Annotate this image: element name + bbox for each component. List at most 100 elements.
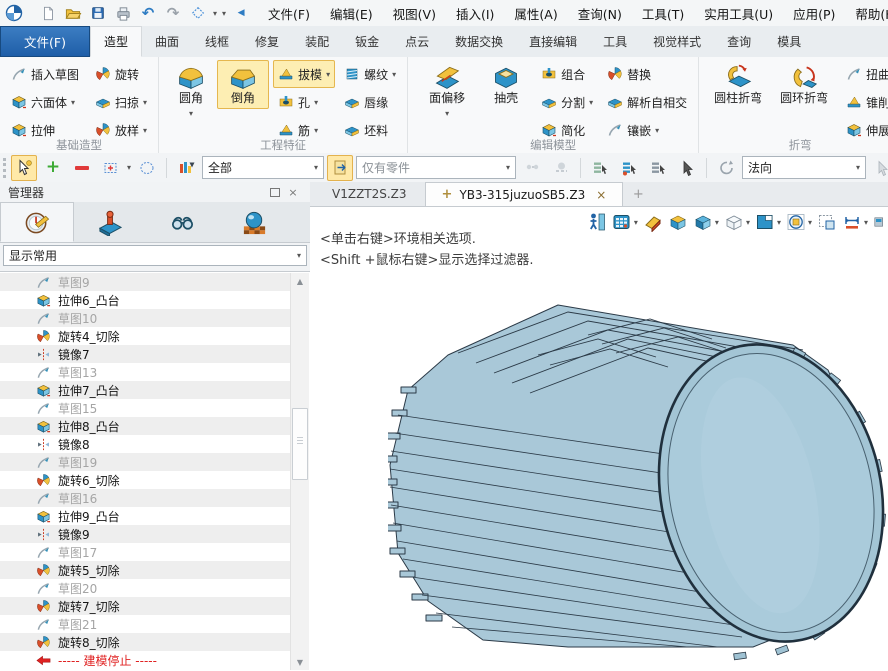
wireframe-cube-icon[interactable]: ▾ bbox=[723, 210, 751, 234]
tree-item[interactable]: 拉伸8_凸台 bbox=[0, 417, 290, 435]
list-pick-add-icon[interactable] bbox=[616, 155, 642, 181]
pick-cursor-icon[interactable] bbox=[11, 155, 37, 181]
chevron-down-icon[interactable]: ▾ bbox=[808, 218, 812, 227]
replace-button[interactable]: 替换 bbox=[602, 60, 692, 88]
tree-item[interactable]: 拉伸7_凸台 bbox=[0, 381, 290, 399]
thread-button[interactable]: 螺纹▾ bbox=[339, 60, 401, 88]
chevron-down-icon[interactable]: ▾ bbox=[864, 218, 868, 227]
filter-icon[interactable] bbox=[173, 155, 199, 181]
render-manager-tab[interactable] bbox=[218, 202, 290, 242]
chevron-down-icon[interactable]: ▾ bbox=[715, 218, 719, 227]
ribbon-tab[interactable]: 修复 bbox=[242, 26, 292, 57]
scroll-up-icon[interactable]: ▲ bbox=[291, 273, 309, 289]
dropdown-arrow-icon[interactable]: ▾ bbox=[445, 106, 449, 121]
visibility-manager-tab[interactable] bbox=[146, 202, 218, 242]
ribbon-tab[interactable]: 曲面 bbox=[142, 26, 192, 57]
clipped-icon[interactable] bbox=[872, 210, 886, 234]
shaded-cube-icon[interactable]: ▾ bbox=[692, 210, 720, 234]
graphics-canvas[interactable]: ▾ ▾ ▾ ▾ bbox=[310, 207, 888, 671]
exit-walk-icon[interactable] bbox=[586, 210, 608, 234]
menu-item[interactable]: 插入(I) bbox=[456, 4, 494, 23]
chamfer-button[interactable]: 倒角 bbox=[217, 60, 269, 109]
ribbon-tab[interactable]: 点云 bbox=[392, 26, 442, 57]
tree-item[interactable]: 草图17 bbox=[0, 543, 290, 561]
menu-item[interactable]: 应用(P) bbox=[793, 4, 835, 23]
tree-item[interactable]: 草图13 bbox=[0, 363, 290, 381]
revolve-button[interactable]: 旋转 bbox=[90, 60, 152, 88]
insert-sketch-button[interactable]: 插入草图 bbox=[6, 60, 84, 88]
document-tab-active[interactable]: + YB3-315juzuoSB5.Z3 × bbox=[425, 182, 624, 206]
lasso-pick-icon[interactable] bbox=[134, 155, 160, 181]
dropdown-arrow-icon[interactable]: ▾ bbox=[314, 98, 318, 107]
save-icon[interactable] bbox=[88, 3, 108, 23]
model-finned-cylinder[interactable] bbox=[388, 295, 888, 670]
menu-item[interactable]: 查询(N) bbox=[578, 4, 622, 23]
ribbon-tab[interactable]: 模具 bbox=[764, 26, 814, 57]
add-pick-icon[interactable]: + bbox=[40, 155, 66, 181]
ribbon-tab[interactable]: 视觉样式 bbox=[640, 26, 714, 57]
file-tab[interactable]: 文件(F) bbox=[0, 26, 90, 57]
ribbon-tab[interactable]: 线框 bbox=[192, 26, 242, 57]
tree-item[interactable]: 草图16 bbox=[0, 489, 290, 507]
dropdown-arrow-icon[interactable]: ▾ bbox=[392, 70, 396, 79]
toolbar-grip[interactable] bbox=[3, 158, 6, 178]
document-tab-inactive[interactable]: V1ZZT2S.Z3 bbox=[316, 182, 423, 206]
menu-item[interactable]: 文件(F) bbox=[268, 4, 310, 23]
resolve-self-intersection-button[interactable]: 解析自相交 bbox=[602, 88, 692, 116]
sweep-button[interactable]: 扫掠▾ bbox=[90, 88, 152, 116]
display-filter-combobox[interactable]: 显示常用 ▾ bbox=[3, 245, 307, 266]
dropdown-arrow-icon[interactable]: ▾ bbox=[326, 70, 330, 79]
dropdown-arrow-icon[interactable]: ▾ bbox=[314, 126, 318, 135]
print-icon[interactable] bbox=[113, 3, 133, 23]
chevron-down-icon[interactable]: ▾ bbox=[777, 218, 781, 227]
datum-box-icon[interactable] bbox=[667, 210, 689, 234]
chevron-down-icon[interactable]: ▾ bbox=[746, 218, 750, 227]
redo-icon[interactable]: ↷ bbox=[163, 3, 183, 23]
list-pick-icon[interactable] bbox=[587, 155, 613, 181]
twist-button[interactable]: 扭曲 bbox=[841, 60, 888, 88]
tree-item[interactable]: 草图10 bbox=[0, 309, 290, 327]
eraser-icon[interactable] bbox=[642, 210, 664, 234]
ribbon-tab[interactable]: 直接编辑 bbox=[516, 26, 590, 57]
ribbon-tab[interactable]: 查询 bbox=[714, 26, 764, 57]
dropdown-arrow-icon[interactable]: ▾ bbox=[143, 126, 147, 135]
dropdown-icon[interactable]: ▾ bbox=[222, 9, 226, 18]
assembly-manager-tab[interactable] bbox=[74, 202, 146, 242]
dropdown-arrow-icon[interactable]: ▾ bbox=[127, 163, 131, 172]
zoom-fit-icon[interactable] bbox=[816, 210, 838, 234]
tree-item[interactable]: 草图9 bbox=[0, 273, 290, 291]
tree-item[interactable]: 草图15 bbox=[0, 399, 290, 417]
zoom-range-icon[interactable]: ▾ bbox=[785, 210, 813, 234]
close-tab-icon[interactable]: × bbox=[596, 188, 606, 202]
dropdown-arrow-icon[interactable]: ▾ bbox=[143, 98, 147, 107]
ribbon-tab[interactable]: 工具 bbox=[590, 26, 640, 57]
keypad-icon[interactable]: ▾ bbox=[611, 210, 639, 234]
scroll-thumb[interactable] bbox=[292, 408, 308, 480]
shell-button[interactable]: 抽壳 bbox=[480, 60, 532, 109]
open-folder-icon[interactable] bbox=[63, 3, 83, 23]
tree-item[interactable]: 拉伸6_凸台 bbox=[0, 291, 290, 309]
lip-button[interactable]: 唇缘 bbox=[339, 88, 401, 116]
tree-item[interactable]: 拉伸9_凸台 bbox=[0, 507, 290, 525]
tree-item[interactable]: 草图20 bbox=[0, 579, 290, 597]
history-manager-tab[interactable] bbox=[0, 202, 74, 242]
cursor-icon[interactable] bbox=[674, 155, 700, 181]
new-document-tab-button[interactable]: + bbox=[625, 182, 651, 206]
box-button[interactable]: 六面体▾ bbox=[6, 88, 84, 116]
manager-close-button[interactable]: × bbox=[284, 185, 302, 200]
measure-icon[interactable]: ▾ bbox=[841, 210, 869, 234]
pick-cursor-light-icon[interactable] bbox=[869, 155, 888, 181]
combine-button[interactable]: 组合 bbox=[536, 60, 598, 88]
fillet-button[interactable]: 圆角 ▾ bbox=[165, 60, 217, 124]
ribbon-tab[interactable]: 钣金 bbox=[342, 26, 392, 57]
ribbon-tab[interactable]: 数据交换 bbox=[442, 26, 516, 57]
divide-button[interactable]: 分割▾ bbox=[536, 88, 598, 116]
reorient-icon[interactable] bbox=[713, 155, 739, 181]
undo-icon[interactable]: ↶ bbox=[138, 3, 158, 23]
remove-pick-icon[interactable] bbox=[69, 155, 95, 181]
dropdown-arrow-icon[interactable]: ▾ bbox=[189, 106, 193, 121]
torus-bend-button[interactable]: 圆环折弯 bbox=[771, 60, 837, 109]
tree-item[interactable]: 旋转7_切除 bbox=[0, 597, 290, 615]
menu-item[interactable]: 工具(T) bbox=[642, 4, 684, 23]
pick-first-icon[interactable] bbox=[548, 155, 574, 181]
